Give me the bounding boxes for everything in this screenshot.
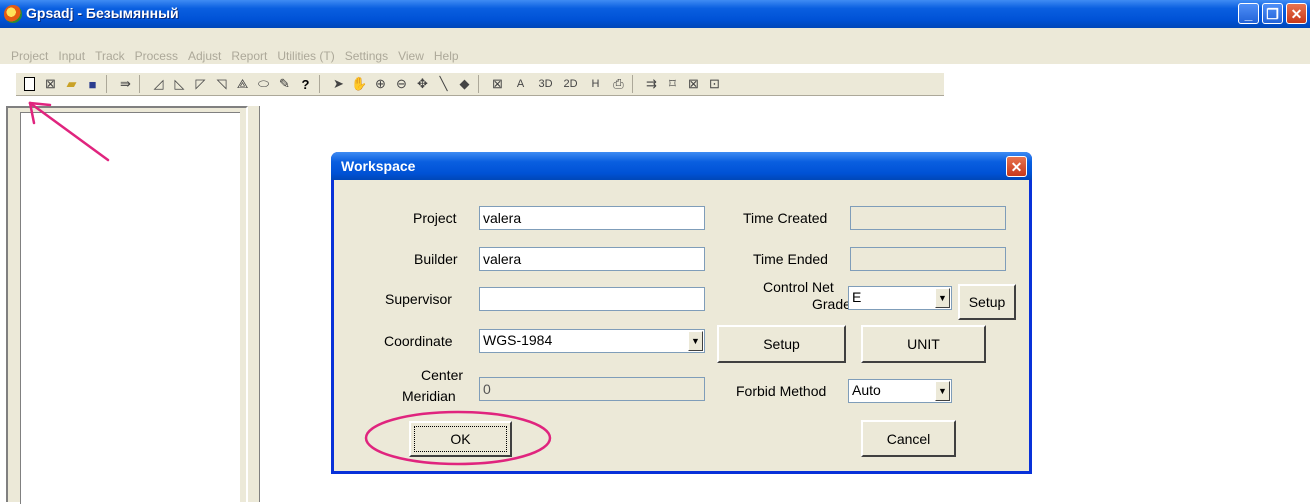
cancel-button[interactable]: Cancel — [861, 420, 956, 457]
builder-label: Builder — [414, 251, 458, 267]
triangle-3-icon[interactable]: ◸ — [191, 75, 210, 94]
import-icon[interactable]: ⇛ — [116, 75, 135, 94]
print-icon[interactable]: ⎙ — [609, 75, 628, 94]
toolbar-3d-button[interactable]: 3D — [534, 75, 557, 94]
open-folder-icon[interactable]: ▰ — [62, 75, 81, 94]
toolbar-separator — [106, 75, 113, 93]
toolbar-2d-button[interactable]: 2D — [559, 75, 582, 94]
chevron-down-icon[interactable]: ▼ — [935, 288, 950, 308]
zoom-in-icon[interactable]: ⊕ — [371, 75, 390, 94]
menu-track[interactable]: Track — [90, 49, 130, 63]
menu-adjust[interactable]: Adjust — [183, 49, 226, 63]
chevron-down-icon[interactable]: ▼ — [688, 331, 703, 351]
control-net-grade-label-line1: Control Net — [763, 279, 834, 295]
coordinate-select-value: WGS-1984 — [483, 332, 553, 348]
grade-setup-button[interactable]: Setup — [958, 284, 1016, 320]
loop-icon[interactable]: ⬭ — [254, 75, 273, 94]
project-label: Project — [413, 210, 457, 226]
save-icon[interactable]: ■ — [83, 75, 102, 94]
toolbar-separator — [319, 75, 326, 93]
window-title: Gpsadj - Безымянный — [26, 5, 179, 21]
pointer-icon[interactable]: ➤ — [329, 75, 348, 94]
control-net-grade-value: E — [852, 289, 862, 305]
center-meridian-label-line2: Meridian — [402, 388, 456, 404]
frame-3-icon[interactable]: ⊡ — [705, 75, 724, 94]
hand-icon[interactable]: ✋ — [350, 75, 369, 94]
coordinate-label: Coordinate — [384, 333, 453, 349]
control-net-grade-label-line2: Grade — [812, 296, 851, 312]
toolbar-h-button[interactable]: H — [584, 75, 607, 94]
menu-help[interactable]: Help — [429, 49, 464, 63]
toolbar: ⊠ ▰ ■ ⇛ ◿ ◺ ◸ ◹ ⟁ ⬭ ✎ ? ➤ ✋ ⊕ ⊖ ✥ ╲ ◆ ⊠ … — [0, 64, 1310, 104]
line-icon[interactable]: ╲ — [434, 75, 453, 94]
grid-icon[interactable]: ⊠ — [488, 75, 507, 94]
export-icon[interactable]: ⇉ — [642, 75, 661, 94]
menu-settings[interactable]: Settings — [340, 49, 393, 63]
frame-2-icon[interactable]: ⊠ — [684, 75, 703, 94]
toolbar-separator — [632, 75, 639, 93]
app-icon — [4, 5, 22, 23]
frame-icon[interactable]: ⌑ — [663, 75, 682, 94]
dialog-titlebar: Workspace ✕ — [331, 152, 1032, 180]
menu-process[interactable]: Process — [130, 49, 183, 63]
project-input[interactable] — [479, 206, 705, 230]
unit-button[interactable]: UNIT — [861, 325, 986, 363]
supervisor-label: Supervisor — [385, 291, 452, 307]
new-file-icon[interactable] — [20, 75, 39, 94]
fill-icon[interactable]: ◆ — [455, 75, 474, 94]
ok-button[interactable]: OK — [409, 421, 512, 457]
coordinate-setup-button[interactable]: Setup — [717, 325, 846, 363]
workspace-dialog: Workspace ✕ Project Builder Supervisor C… — [331, 152, 1032, 474]
network-icon[interactable]: ⟁ — [233, 75, 252, 94]
chevron-down-icon[interactable]: ▼ — [935, 381, 950, 401]
coordinate-select[interactable]: WGS-1984 ▼ — [479, 329, 705, 353]
menu-project[interactable]: Project — [6, 49, 53, 63]
control-net-grade-select[interactable]: E ▼ — [848, 286, 952, 310]
toolbar-a-button[interactable]: A — [509, 75, 532, 94]
toolbar-separator — [478, 75, 485, 93]
pencil-icon[interactable]: ✎ — [275, 75, 294, 94]
maximize-button[interactable]: ❐ — [1262, 3, 1283, 24]
time-created-label: Time Created — [743, 210, 828, 226]
left-panel — [6, 106, 248, 504]
menu-utilities[interactable]: Utilities (T) — [272, 49, 339, 63]
toolbar-separator — [139, 75, 146, 93]
forbid-method-select[interactable]: Auto ▼ — [848, 379, 952, 403]
dialog-title: Workspace — [341, 158, 416, 174]
pan-icon[interactable]: ✥ — [413, 75, 432, 94]
minimize-button[interactable]: _ — [1238, 3, 1259, 24]
panel-splitter[interactable] — [248, 106, 260, 502]
triangle-4-icon[interactable]: ◹ — [212, 75, 231, 94]
menu-input[interactable]: Input — [53, 49, 90, 63]
triangle-icon[interactable]: ◿ — [149, 75, 168, 94]
time-ended-label: Time Ended — [753, 251, 828, 267]
help-icon[interactable]: ? — [296, 75, 315, 94]
time-created-input — [850, 206, 1006, 230]
menu-view[interactable]: View — [393, 49, 429, 63]
builder-input[interactable] — [479, 247, 705, 271]
project-tree[interactable] — [20, 112, 240, 504]
ok-button-label: OK — [450, 431, 471, 447]
center-meridian-input[interactable] — [479, 377, 705, 401]
forbid-method-label: Forbid Method — [736, 383, 827, 399]
window-titlebar: Gpsadj - Безымянный _ ❐ ✕ — [0, 0, 1310, 28]
menu-report[interactable]: Report — [226, 49, 272, 63]
center-meridian-label-line1: Center — [421, 367, 464, 383]
dialog-close-button[interactable]: ✕ — [1006, 156, 1027, 177]
supervisor-input[interactable] — [479, 287, 705, 311]
zoom-out-icon[interactable]: ⊖ — [392, 75, 411, 94]
time-ended-input — [850, 247, 1006, 271]
menu-bar: Project Input Track Process Adjust Repor… — [0, 28, 1310, 64]
triangle-2-icon[interactable]: ◺ — [170, 75, 189, 94]
forbid-method-value: Auto — [852, 382, 881, 398]
close-button[interactable]: ✕ — [1286, 3, 1307, 24]
close-file-icon[interactable]: ⊠ — [41, 75, 60, 94]
